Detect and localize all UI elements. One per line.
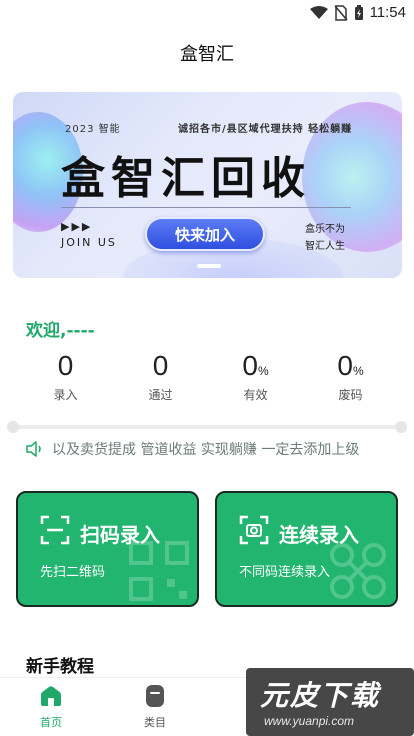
app-title: 盒智汇 — [180, 44, 234, 65]
watermark-logo: 元皮下载 www.yuanpi.com — [246, 668, 414, 736]
tab-home-label: 首页 — [40, 716, 62, 729]
stat-valid: 0% 有效 — [208, 350, 303, 403]
tab-category-label: 类目 — [144, 716, 166, 729]
watermark-url: www.yuanpi.com — [264, 714, 355, 728]
slider-knob-left[interactable] — [7, 421, 19, 433]
camera-scan-icon — [239, 515, 269, 545]
scan-icon — [40, 515, 70, 545]
home-icon — [41, 686, 61, 706]
continuous-entry-button[interactable]: 连续录入 不同码连续录入 — [215, 491, 398, 607]
scan-entry-button[interactable]: 扫码录入 先扫二维码 — [16, 491, 199, 607]
banner-join-button[interactable]: 快来加入 — [145, 217, 265, 251]
link-pattern-icon — [330, 543, 386, 599]
stat-passed: 0 通过 — [113, 350, 208, 403]
tab-home[interactable]: 首页 — [21, 684, 81, 730]
stat-label: 通过 — [148, 388, 173, 402]
stat-waste: 0% 废码 — [303, 350, 398, 403]
status-icons: 11:54 — [309, 4, 406, 21]
notice-bar[interactable]: 以及卖货提成 管道收益 实现躺赚 一定去添加上级 — [26, 438, 396, 460]
banner-headline: 盒智汇回收 — [61, 153, 311, 204]
category-icon — [146, 685, 164, 707]
banner-divider — [61, 207, 351, 208]
watermark-title: 元皮下载 — [260, 679, 381, 712]
speaker-icon — [26, 441, 41, 457]
tab-category[interactable]: 类目 — [125, 684, 185, 730]
continuous-entry-subtitle: 不同码连续录入 — [239, 565, 331, 580]
banner-side-line-1: 盒乐不为 — [305, 224, 345, 235]
slider-knob-right[interactable] — [395, 421, 407, 433]
welcome-text: 欢迎,---- — [26, 321, 95, 341]
stat-value: 0 — [57, 350, 74, 381]
stat-value: 0 — [152, 350, 169, 381]
wifi-icon — [309, 5, 328, 19]
stat-label: 录入 — [53, 388, 78, 402]
slider-track — [13, 425, 402, 429]
status-time: 11:54 — [369, 4, 406, 21]
scan-entry-subtitle: 先扫二维码 — [40, 565, 106, 580]
tutorial-section-title: 新手教程 — [26, 657, 94, 677]
no-sim-icon — [333, 4, 348, 21]
stat-label: 废码 — [338, 388, 363, 402]
banner-arrows: ▶▶▶ — [61, 220, 93, 233]
banner-side-line-2: 智汇人生 — [305, 241, 345, 252]
stat-value: 0% — [242, 350, 269, 381]
notice-text: 以及卖货提成 管道收益 实现躺赚 一定去添加上级 — [52, 442, 360, 458]
banner-slogan: 诚招各市/县区域代理扶持 轻松躺赚 — [178, 124, 353, 135]
banner-year: 2023 智能 — [65, 124, 121, 135]
battery-charging-icon — [354, 4, 363, 20]
stats-row: 0 录入 0 通过 0% 有效 0% 废码 — [18, 350, 398, 403]
stat-value: 0% — [337, 350, 364, 381]
banner-page-indicator — [197, 264, 221, 268]
stat-label: 有效 — [243, 388, 268, 402]
status-bar: 11:54 — [0, 0, 414, 28]
promo-banner[interactable]: 2023 智能 诚招各市/县区域代理扶持 轻松躺赚 盒智汇回收 ▶▶▶ JOIN… — [13, 92, 402, 278]
stat-entered: 0 录入 — [18, 350, 113, 403]
qr-code-icon — [129, 541, 189, 601]
banner-join-text: JOIN US — [61, 236, 117, 249]
